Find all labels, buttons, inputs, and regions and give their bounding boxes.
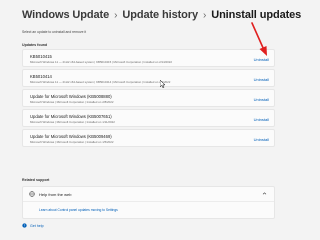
uninstall-link[interactable]: Uninstall [254,137,269,142]
help-from-web-title: Help from the web [39,192,72,197]
update-row: Update for Microsoft Windows (KB5009469)… [22,129,275,147]
support-link[interactable]: Learn about Control panel updates moving… [39,208,118,212]
breadcrumb-windows-update[interactable]: Windows Update [22,9,109,21]
update-title: KB5010414 [30,73,52,79]
related-support-label: Related support [22,178,50,182]
uninstall-link[interactable]: Uninstall [254,57,269,62]
breadcrumb-update-history[interactable]: Update history [122,9,198,21]
mouse-cursor-icon [160,80,165,88]
globe-icon [29,191,35,197]
update-meta: Microsoft Windows | Microsoft Corporatio… [30,99,114,104]
help-from-web-header[interactable]: Help from the web [23,187,274,202]
update-row: KB5010415 Microsoft Windows 11 — 21H2 x6… [22,49,275,67]
update-meta: Microsoft Windows | Microsoft Corporatio… [30,139,114,144]
update-row: Update for Microsoft Windows (KB5007651)… [22,109,275,127]
update-meta: Microsoft Windows 11 — 21H2 x64-based sy… [30,59,172,64]
update-title: Update for Microsoft Windows (KB5008880) [30,93,112,99]
breadcrumb: Windows Update › Update history › Uninst… [22,9,301,21]
update-meta: Microsoft Windows | Microsoft Corporatio… [30,119,115,124]
related-support-card: Help from the web Learn about Control pa… [22,186,275,219]
chevron-right-icon: › [114,9,118,21]
updates-found-label: Updates found [22,43,48,47]
update-meta: Microsoft Windows 11 — 21H2 x64-based sy… [30,79,171,84]
page-title: Uninstall updates [211,9,302,21]
uninstall-link[interactable]: Uninstall [254,77,269,82]
update-row: KB5010414 Microsoft Windows 11 — 21H2 x6… [22,69,275,87]
chevron-up-icon[interactable] [262,191,267,196]
update-title: Update for Microsoft Windows (KB5009469) [30,133,112,139]
help-icon: ? [22,223,27,228]
uninstall-link[interactable]: Uninstall [254,117,269,122]
update-title: KB5010415 [30,53,52,59]
get-help[interactable]: ? Get help [22,223,44,228]
uninstall-link[interactable]: Uninstall [254,97,269,102]
page-subtitle: Select an update to uninstall and remove… [22,30,87,34]
update-row: Update for Microsoft Windows (KB5008880)… [22,89,275,107]
get-help-label: Get help [30,223,44,228]
chevron-right-icon: › [202,9,207,21]
update-title: Update for Microsoft Windows (KB5007651) [30,113,112,119]
